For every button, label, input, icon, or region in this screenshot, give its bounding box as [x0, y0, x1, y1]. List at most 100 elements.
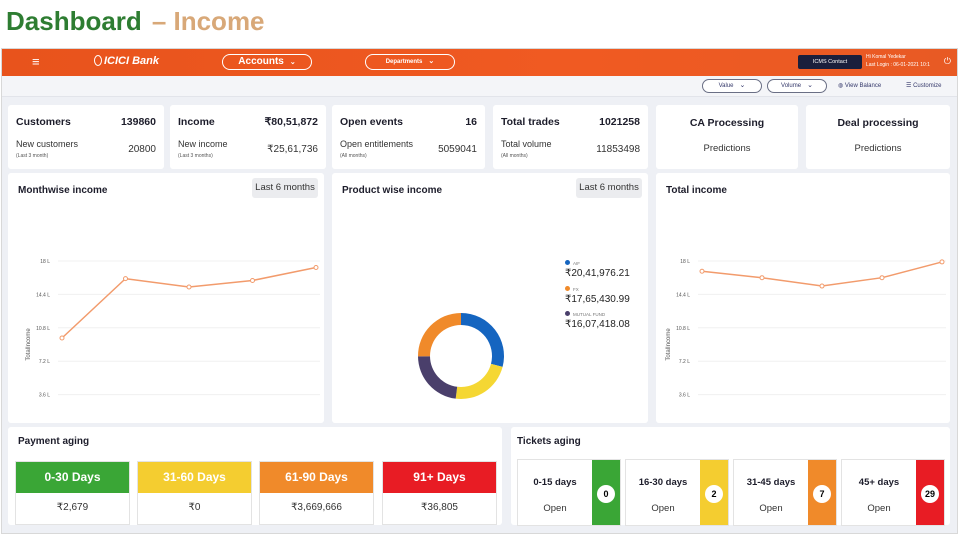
stat-sub-value: 20800 [128, 144, 156, 155]
y-tick-label: 3.6 L [679, 393, 690, 399]
accounts-dropdown[interactable]: Accounts ⌄ [222, 54, 312, 70]
icms-contact-button[interactable]: ICMS Contact [798, 55, 862, 69]
aging-bucket-value: ₹0 [188, 502, 201, 513]
ticket-status-bar: 0 [592, 460, 620, 525]
y-tick-label: 14.4 L [676, 292, 690, 298]
y-tick-label: 3.6 L [39, 393, 50, 399]
stat-sub-note: (All months) [340, 153, 367, 159]
customize-label: Customize [913, 83, 942, 89]
stat-value: ₹80,51,872 [264, 116, 318, 128]
stat-sub-label: New customers [16, 139, 79, 149]
stat-title: Customers [16, 116, 71, 128]
ticket-bucket-status: Open [543, 503, 567, 514]
total-income-chart: 03.6 L7.2 L10.8 L14.4 L18 LMonthNameTota… [666, 259, 946, 399]
view-balance-link[interactable]: ◍ View Balance [838, 82, 881, 89]
hamburger-menu-icon[interactable]: ≡ [32, 55, 40, 69]
user-greeting: Hi Komal Yedekar [866, 54, 906, 60]
ticket-bucket-status: Open [867, 503, 891, 514]
stat-sub-value: 5059041 [438, 144, 477, 155]
y-tick-label: 7.2 L [679, 359, 690, 365]
card-sub: Predictions [703, 143, 751, 154]
power-icon[interactable]: ⏻ [944, 56, 951, 67]
toolbar: Value ⌄ Volume ⌄ ◍ View Balance ☰ Customiz… [2, 76, 957, 97]
aging-bucket-0-30[interactable]: 0-30 Days ₹2,679 [15, 461, 130, 525]
ticket-status-bar: 7 [808, 460, 836, 525]
ticket-bucket-16-30[interactable]: 16-30 days Open 2 [625, 459, 729, 526]
ticket-bucket-0-15[interactable]: 0-15 days Open 0 [517, 459, 621, 526]
open-events-card[interactable]: Open events 16 Open entitlements (All mo… [332, 105, 485, 169]
ticket-status-bar: 29 [916, 460, 944, 525]
data-point [879, 275, 885, 281]
legend-dot [565, 260, 570, 265]
chevron-down-icon: ⌄ [739, 82, 746, 89]
income-card[interactable]: Income ₹80,51,872 New income (Last 3 mon… [170, 105, 326, 169]
ticket-bucket-31-45[interactable]: 31-45 days Open 7 [733, 459, 837, 526]
deal-processing-card[interactable]: Deal processing Predictions [806, 105, 950, 169]
departments-dropdown[interactable]: Departments ⌄ [365, 54, 455, 70]
total-trades-card[interactable]: Total trades 1021258 Total volume (All m… [493, 105, 648, 169]
ticket-count-badge: 7 [813, 485, 831, 503]
aging-bucket-61-90[interactable]: 61-90 Days ₹3,669,666 [259, 461, 374, 525]
customize-link[interactable]: ☰ Customize [906, 82, 941, 89]
panel-title: Tickets aging [517, 436, 581, 447]
balance-icon: ◍ [838, 83, 844, 89]
stat-value: 16 [465, 116, 477, 128]
slide-title-main: Dashboard [6, 6, 142, 36]
aging-bucket-label: 61-90 Days [260, 462, 373, 493]
legend-value: ₹20,41,976.21 [565, 268, 630, 279]
legend-dot [565, 286, 570, 291]
volume-dropdown[interactable]: Volume ⌄ [767, 79, 827, 93]
stat-title: Total trades [501, 116, 560, 128]
aging-bucket-label: 31-60 Days [138, 462, 251, 493]
aging-bucket-label: 0-30 Days [16, 462, 129, 493]
legend-value: ₹16,07,418.08 [565, 319, 630, 330]
payment-aging-panel: Payment aging 0-30 Days ₹2,679 31-60 Day… [8, 427, 502, 525]
data-point [939, 259, 945, 265]
slide-title-sub: – Income [151, 6, 265, 36]
data-point [699, 268, 705, 274]
legend-label: FX [573, 287, 579, 292]
stat-value: 139860 [120, 116, 156, 128]
legend-label: MUTUAL FUND [573, 312, 606, 317]
legend-item-mutual-fund: MUTUAL FUND ₹16,07,418.08 [565, 308, 630, 330]
card-sub: Predictions [854, 143, 902, 154]
ticket-bucket-label: 45+ days [858, 477, 900, 488]
aging-bucket-value: ₹3,669,666 [291, 502, 342, 513]
value-label: Value [718, 83, 734, 89]
legend-dot [565, 311, 570, 316]
last-login: Last Login : 06-01-2021 10:1 [866, 62, 930, 68]
data-point [123, 276, 128, 282]
dashboard-app: ≡ ICICI Bank Accounts ⌄ Departments ⌄ ICMS… [1, 48, 958, 534]
y-tick-label: 10.8 L [676, 326, 690, 332]
volume-label: Volume [781, 83, 802, 89]
departments-label: Departments [385, 59, 423, 65]
customers-card[interactable]: Customers 139860 New customers (Last 3 m… [8, 105, 164, 169]
legend-item-fx: FX ₹17,65,430.99 [565, 283, 630, 305]
ticket-bucket-45-plus[interactable]: 45+ days Open 29 [841, 459, 945, 526]
aging-bucket-label: 91+ Days [383, 462, 496, 493]
brand-name: ICICI Bank [104, 55, 160, 67]
aging-bucket-91-plus[interactable]: 91+ Days ₹36,805 [382, 461, 497, 525]
value-dropdown[interactable]: Value ⌄ [702, 79, 762, 93]
slide-title: Dashboard – Income [6, 6, 265, 37]
y-tick-label: 14.4 L [36, 292, 50, 298]
ticket-count-badge: 0 [597, 485, 615, 503]
aging-bucket-value: ₹2,679 [56, 502, 89, 513]
user-info: Hi Komal Yedekar Last Login : 06-01-2021… [866, 53, 930, 69]
stat-sub-value: 11853498 [596, 144, 640, 155]
series-line [701, 261, 943, 287]
y-tick-label: 10.8 L [36, 326, 50, 332]
view-balance-label: View Balance [844, 83, 882, 89]
donut-slice [461, 313, 504, 367]
stat-title: Open events [340, 116, 404, 128]
legend-item-aif: AIF ₹20,41,976.21 [565, 257, 630, 279]
chevron-down-icon: ⌄ [289, 59, 296, 66]
ca-processing-card[interactable]: CA Processing Predictions [656, 105, 798, 169]
stat-sub-value: ₹25,61,736 [267, 144, 318, 155]
brand-logo[interactable]: ICICI Bank [94, 55, 159, 67]
tickets-aging-panel: Tickets aging 0-15 days Open 0 16-30 day… [511, 427, 950, 526]
y-axis-label: TotalIncome [26, 328, 32, 361]
top-navbar: ≡ ICICI Bank Accounts ⌄ Departments ⌄ ICMS… [2, 49, 957, 76]
aging-bucket-31-60[interactable]: 31-60 Days ₹0 [137, 461, 252, 525]
aging-bucket-value: ₹36,805 [421, 502, 458, 513]
